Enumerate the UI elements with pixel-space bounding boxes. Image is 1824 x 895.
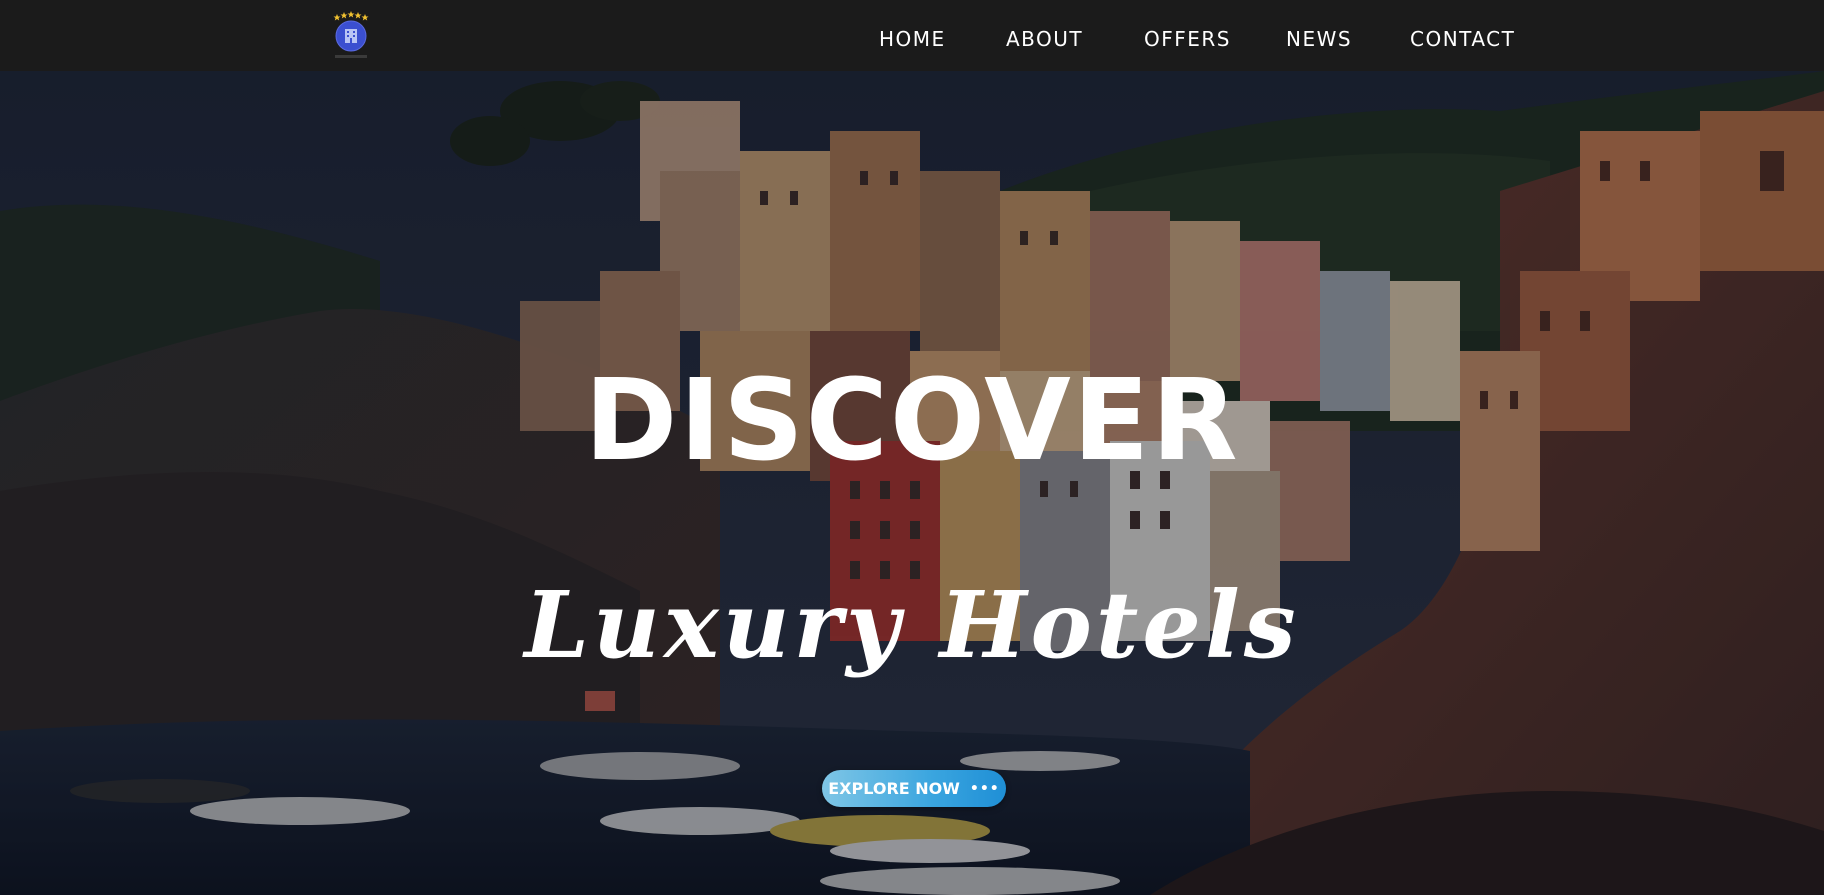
navbar: HOME ABOUT OFFERS NEWS CONTACT bbox=[0, 0, 1824, 71]
page: HOME ABOUT OFFERS NEWS CONTACT DISCOVER … bbox=[0, 0, 1824, 895]
nav-item-news[interactable]: NEWS bbox=[1286, 24, 1352, 54]
hero-title: DISCOVER bbox=[584, 356, 1240, 486]
explore-now-label: EXPLORE NOW bbox=[828, 779, 960, 798]
hero-section: DISCOVER Luxury Hotels EXPLORE NOW ••• bbox=[0, 71, 1824, 895]
main-nav: HOME ABOUT OFFERS NEWS CONTACT bbox=[0, 24, 1824, 54]
nav-item-offers[interactable]: OFFERS bbox=[1144, 24, 1231, 54]
hero-subtitle: Luxury Hotels bbox=[524, 571, 1300, 679]
nav-item-about[interactable]: ABOUT bbox=[1006, 24, 1083, 54]
explore-now-button[interactable]: EXPLORE NOW ••• bbox=[822, 770, 1006, 807]
dots-icon: ••• bbox=[969, 780, 1000, 797]
nav-item-home[interactable]: HOME bbox=[879, 24, 946, 54]
nav-item-contact[interactable]: CONTACT bbox=[1410, 24, 1515, 54]
